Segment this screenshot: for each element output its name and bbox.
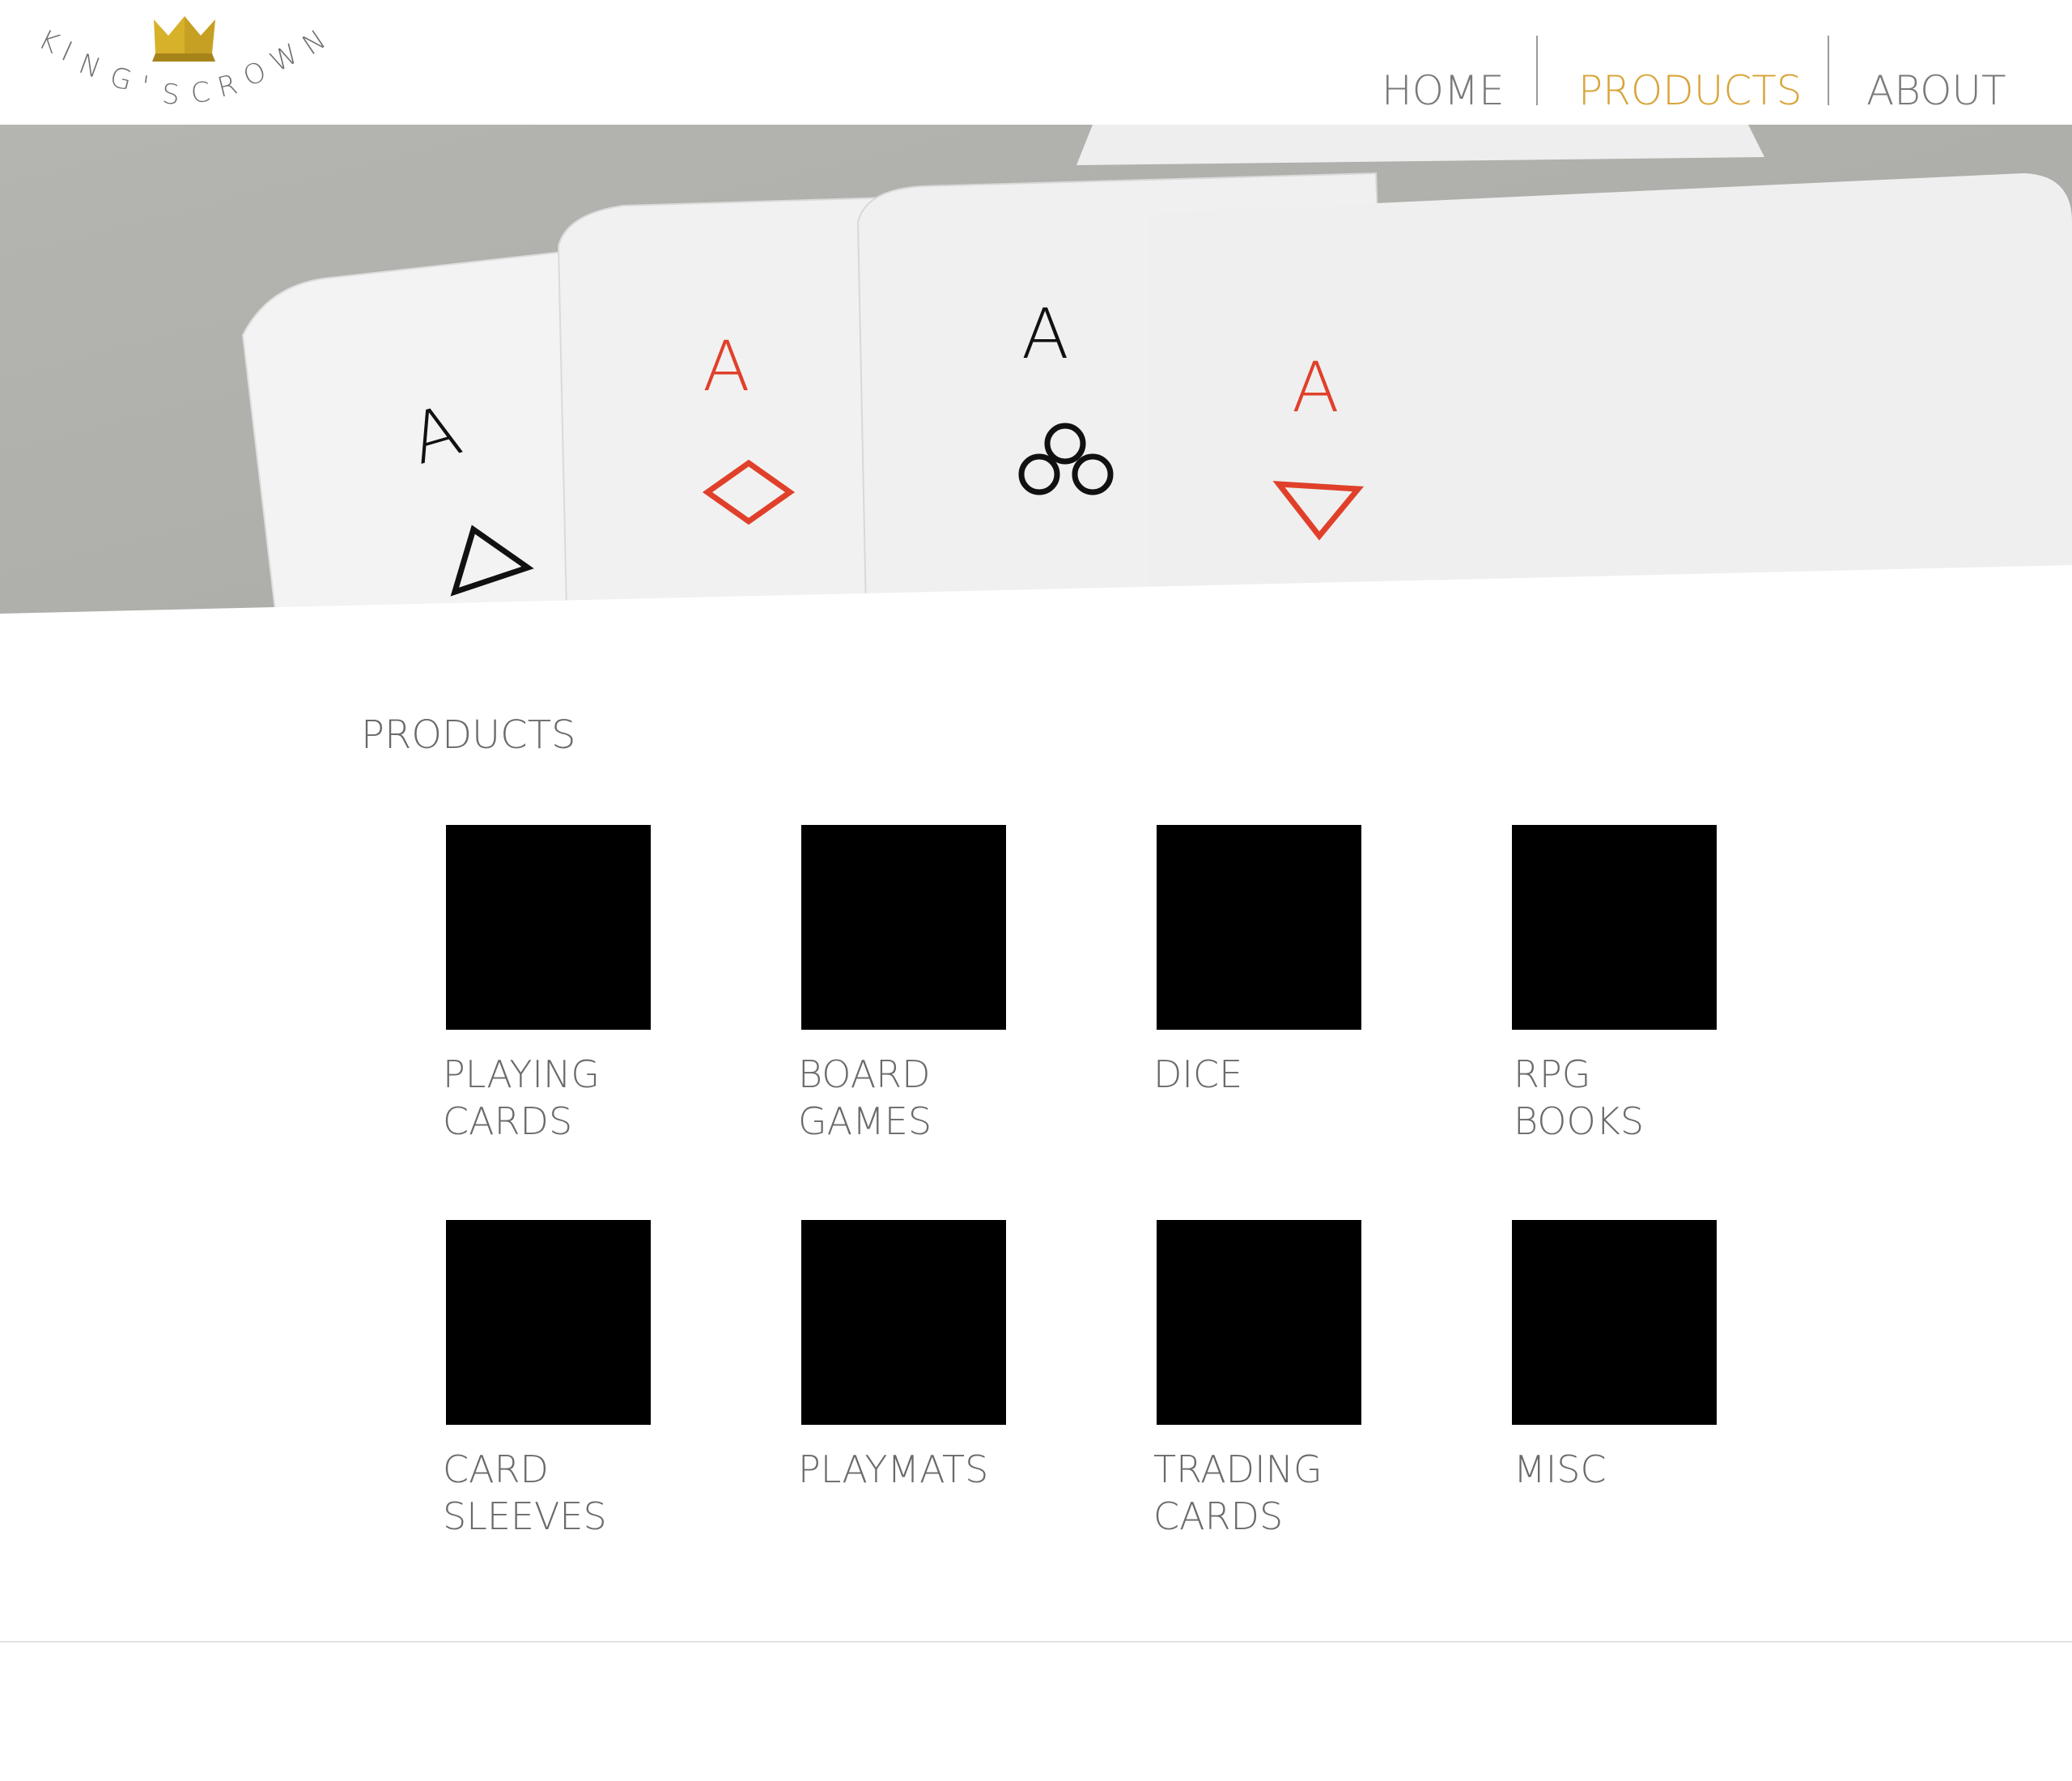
- product-thumbnail[interactable]: [1157, 1220, 1361, 1425]
- card-rank-2: A: [703, 326, 750, 407]
- main-nav: HOME PRODUCTS ABOUT: [0, 36, 2072, 114]
- products-heading: PRODUCTS: [361, 712, 576, 758]
- page: K I N G ' S C R O W N HOME PRODUCTS ABOU…: [0, 0, 2072, 1781]
- product-tile-dice[interactable]: DICE: [1153, 825, 1361, 1098]
- product-tile-rpg-books[interactable]: RPG BOOKS: [1509, 825, 1717, 1145]
- product-label[interactable]: DICE: [1153, 1051, 1396, 1098]
- nav-divider: [1828, 36, 1829, 105]
- product-tile-trading-cards[interactable]: TRADING CARDS: [1153, 1220, 1361, 1540]
- product-label[interactable]: PLAYMATS: [798, 1446, 1041, 1493]
- product-tile-playing-cards[interactable]: PLAYING CARDS: [443, 825, 651, 1145]
- product-tile-playmats[interactable]: PLAYMATS: [798, 1220, 1006, 1493]
- product-thumbnail[interactable]: [446, 825, 651, 1030]
- product-label[interactable]: MISC: [1514, 1446, 1756, 1493]
- product-label[interactable]: BOARD GAMES: [798, 1051, 1041, 1145]
- product-tile-board-games[interactable]: BOARD GAMES: [798, 825, 1006, 1145]
- product-thumbnail[interactable]: [1157, 825, 1361, 1030]
- card-rank-3: A: [1021, 294, 1069, 375]
- product-thumbnail[interactable]: [1512, 825, 1717, 1030]
- product-thumbnail[interactable]: [801, 1220, 1006, 1425]
- product-label[interactable]: CARD SLEEVES: [443, 1446, 686, 1540]
- nav-home[interactable]: HOME: [1382, 66, 1505, 115]
- footer-divider: [0, 1641, 2072, 1643]
- product-tile-misc[interactable]: MISC: [1509, 1220, 1717, 1493]
- product-thumbnail[interactable]: [801, 825, 1006, 1030]
- site-header: K I N G ' S C R O W N HOME PRODUCTS ABOU…: [0, 0, 2072, 125]
- product-label[interactable]: PLAYING CARDS: [443, 1051, 686, 1145]
- product-thumbnail[interactable]: [446, 1220, 651, 1425]
- product-thumbnail[interactable]: [1512, 1220, 1717, 1425]
- hero-banner-image: A A A A: [0, 125, 2072, 659]
- product-tile-card-sleeves[interactable]: CARD SLEEVES: [443, 1220, 651, 1540]
- product-label[interactable]: RPG BOOKS: [1514, 1051, 1756, 1145]
- product-label[interactable]: TRADING CARDS: [1153, 1446, 1396, 1540]
- nav-about[interactable]: ABOUT: [1866, 66, 2006, 115]
- nav-divider: [1536, 36, 1538, 105]
- card-rank-4: A: [1292, 347, 1340, 428]
- nav-products[interactable]: PRODUCTS: [1578, 66, 1802, 115]
